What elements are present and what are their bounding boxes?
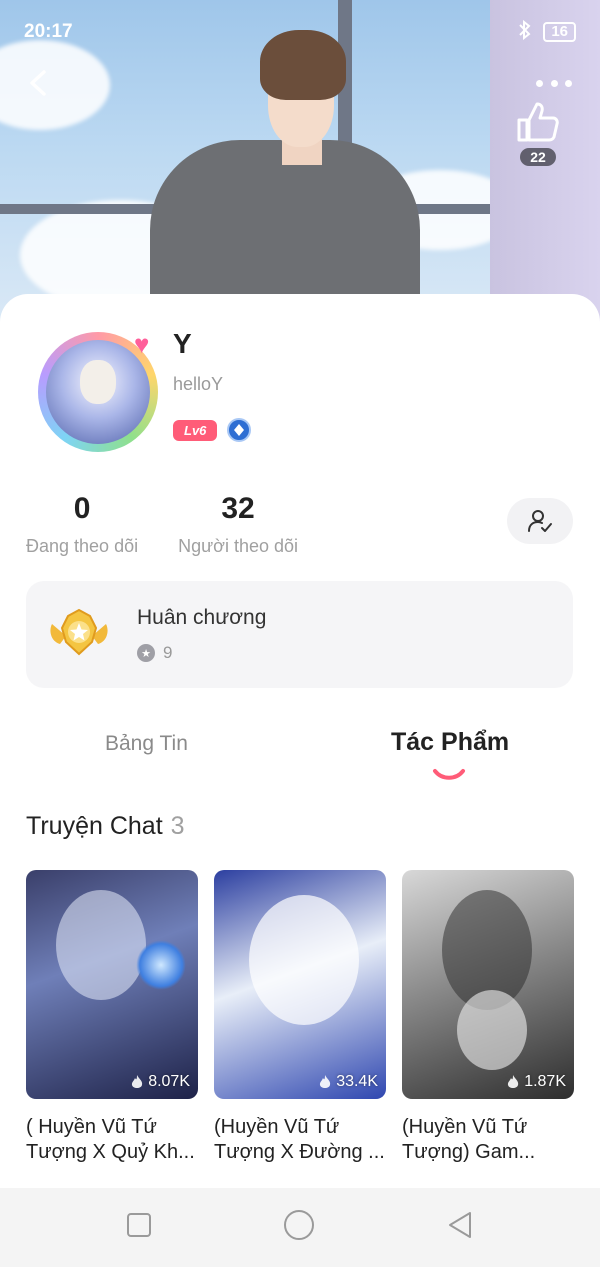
following-count: 0	[73, 492, 91, 525]
status-time: 20:17	[24, 21, 73, 42]
cover-glow	[136, 940, 186, 990]
person-check-icon	[528, 510, 552, 532]
section-count: 3	[170, 812, 185, 840]
profile-name: Y	[173, 328, 192, 359]
view-count-value: 8.07K	[148, 1073, 190, 1090]
more-dots-icon	[565, 79, 572, 87]
section-title: Truyện Chat 3	[26, 812, 185, 841]
followers-label: Người theo dõi	[178, 536, 299, 556]
tab-works[interactable]: Tác Phẩm	[391, 728, 509, 757]
thumbs-up-icon	[517, 102, 559, 142]
fire-icon	[508, 1075, 519, 1088]
diamond-icon[interactable]	[227, 418, 252, 442]
cover-figure	[249, 895, 359, 1025]
profile-tabs: Bảng Tin Tác Phẩm	[0, 714, 600, 784]
profile-sheet: ♥ Y helloY Lv6 0 Đang theo dõi 32 Người …	[0, 294, 600, 1188]
star-icon: ★	[137, 644, 155, 662]
work-cover: 1.87K	[402, 870, 574, 1099]
work-card[interactable]: 1.87K (Huyền Vũ Tứ Tượng) Gam...	[402, 870, 574, 1165]
medal-count-row: ★ 9	[137, 643, 172, 663]
view-count-value: 1.87K	[524, 1073, 566, 1090]
work-title: (Huyền Vũ Tứ Tượng X Đường ...	[214, 1116, 385, 1163]
active-tab-indicator	[433, 769, 465, 780]
status-bar: 20:17 16	[0, 0, 600, 64]
fire-icon	[132, 1075, 143, 1088]
medal-title: Huân chương	[137, 606, 267, 629]
heart-icon: ♥	[134, 329, 150, 359]
followers-count: 32	[221, 492, 255, 525]
medal-icon	[50, 608, 108, 656]
profile-handle: helloY	[173, 374, 224, 394]
view-count-value: 33.4K	[336, 1073, 378, 1090]
avatar[interactable]: ♥	[30, 324, 166, 460]
following-stat[interactable]: 0 Đang theo dõi	[26, 492, 138, 557]
more-dots-icon	[550, 79, 558, 87]
work-card[interactable]: 8.07K ( Huyền Vũ Tứ Tượng X Quỷ Kh...	[26, 870, 198, 1165]
square-icon	[126, 1213, 151, 1237]
bluetooth-icon	[517, 19, 533, 44]
like-button[interactable]: 22	[514, 100, 562, 166]
medal-count: 9	[163, 643, 173, 662]
cover-figure	[56, 890, 146, 1000]
section-title-label: Truyện Chat	[26, 812, 163, 840]
like-count: 22	[520, 148, 556, 166]
work-title: ( Huyền Vũ Tứ Tượng X Quỷ Kh...	[26, 1116, 195, 1163]
work-card[interactable]: 33.4K (Huyền Vũ Tứ Tượng X Đường ...	[214, 870, 386, 1165]
work-cover: 8.07K	[26, 870, 198, 1099]
triangle-back-icon	[449, 1212, 472, 1238]
followers-stat[interactable]: 32 Người theo dõi	[178, 492, 298, 557]
system-nav-bar	[0, 1188, 600, 1267]
works-list: 8.07K ( Huyền Vũ Tứ Tượng X Quỷ Kh... 33…	[26, 870, 574, 1165]
more-dots-icon	[536, 79, 543, 87]
work-title: (Huyền Vũ Tứ Tượng) Gam...	[402, 1116, 536, 1163]
back-button[interactable]	[22, 66, 56, 100]
level-badge[interactable]: Lv6	[173, 419, 218, 441]
back-nav-button[interactable]	[446, 1210, 474, 1245]
avatar-character	[80, 360, 116, 404]
recent-apps-button[interactable]	[126, 1212, 152, 1243]
battery-indicator: 16	[543, 22, 576, 42]
circle-icon	[283, 1210, 314, 1240]
tab-feed[interactable]: Bảng Tin	[105, 732, 188, 756]
follow-button[interactable]	[507, 498, 573, 544]
medal-card[interactable]: Huân chương ★ 9	[26, 581, 573, 688]
fire-icon	[320, 1075, 331, 1088]
view-count: 33.4K	[318, 1073, 378, 1091]
status-indicators: 16	[517, 19, 576, 44]
more-options-button[interactable]	[536, 76, 572, 90]
follow-stats: 0 Đang theo dõi 32 Người theo dõi	[26, 492, 298, 557]
view-count: 1.87K	[506, 1073, 566, 1091]
cover-figure	[457, 990, 527, 1070]
chevron-left-icon	[30, 70, 46, 96]
following-label: Đang theo dõi	[26, 536, 139, 556]
view-count: 8.07K	[130, 1073, 190, 1091]
home-button[interactable]	[283, 1209, 315, 1246]
work-cover: 33.4K	[214, 870, 386, 1099]
profile-badges: Lv6	[173, 418, 252, 442]
